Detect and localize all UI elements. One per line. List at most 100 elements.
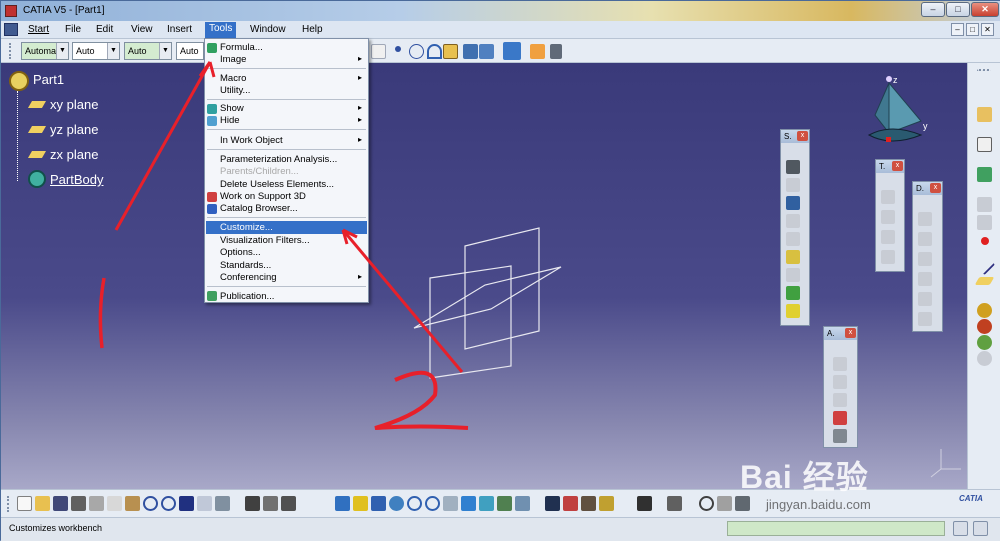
tool-icon[interactable]: [833, 393, 847, 407]
tool-icon[interactable]: [881, 190, 895, 204]
normal-view-icon[interactable]: [443, 496, 458, 511]
paste-icon[interactable]: [125, 496, 140, 511]
menu-tools[interactable]: Tools: [205, 22, 237, 38]
tool-icon[interactable]: [699, 496, 714, 511]
close-icon[interactable]: x: [797, 131, 808, 141]
plane-icon[interactable]: [974, 277, 995, 285]
fit-all-icon[interactable]: [353, 496, 368, 511]
combo-auto-1[interactable]: Auto ▼: [72, 42, 120, 60]
tree-node-yz-plane[interactable]: yz plane: [50, 122, 98, 137]
tool-icon[interactable]: [918, 292, 932, 306]
tool-icon[interactable]: [786, 232, 800, 246]
tool-icon[interactable]: [918, 232, 932, 246]
tool-icon[interactable]: [833, 357, 847, 371]
tool-icon[interactable]: [581, 496, 596, 511]
menu-file[interactable]: File: [65, 24, 81, 35]
tool-icon[interactable]: [515, 496, 530, 511]
tree-node-xy-plane[interactable]: xy plane: [50, 97, 98, 112]
menu-item-work-on-support-3d[interactable]: Work on Support 3D: [220, 191, 306, 202]
tool-icon[interactable]: [881, 230, 895, 244]
tool-icon[interactable]: [786, 286, 800, 300]
iso-view-icon[interactable]: [461, 496, 476, 511]
tool-icon[interactable]: [833, 429, 847, 443]
tool-icon[interactable]: [263, 496, 278, 511]
redo-icon[interactable]: [161, 496, 176, 511]
tool-icon[interactable]: [953, 521, 968, 536]
menu-item-hide[interactable]: Hide: [220, 115, 240, 126]
tool-icon[interactable]: [786, 214, 800, 228]
maximize-button[interactable]: □: [946, 2, 970, 17]
tool-icon[interactable]: [918, 212, 932, 226]
menu-item-catalog-browser[interactable]: Catalog Browser...: [220, 203, 298, 214]
body-icon[interactable]: [977, 167, 992, 182]
tool-icon[interactable]: [786, 268, 800, 282]
toolbar-grip[interactable]: [9, 43, 13, 59]
sketch-tool-icon[interactable]: [786, 160, 800, 174]
tool-icon[interactable]: [281, 496, 296, 511]
menu-insert[interactable]: Insert: [167, 24, 192, 35]
close-icon[interactable]: x: [845, 328, 856, 338]
menu-item-customize[interactable]: Customize...: [220, 222, 273, 233]
tool-icon[interactable]: [786, 250, 800, 264]
rotate-icon[interactable]: [389, 496, 404, 511]
menu-item-visualization-filters[interactable]: Visualization Filters...: [220, 235, 310, 246]
palette-a-header[interactable]: A. x: [824, 327, 857, 340]
menu-item-options[interactable]: Options...: [220, 247, 261, 258]
grid-icon[interactable]: [245, 496, 260, 511]
menu-view[interactable]: View: [131, 24, 153, 35]
new-icon[interactable]: [17, 496, 32, 511]
menu-item-image[interactable]: Image: [220, 54, 246, 65]
menu-item-show[interactable]: Show: [220, 103, 244, 114]
tree-node-partbody[interactable]: PartBody: [50, 172, 103, 187]
doc-minimize-button[interactable]: –: [951, 23, 964, 36]
tool-icon[interactable]: [977, 319, 992, 334]
tool-icon[interactable]: [973, 521, 988, 536]
tool-icon[interactable]: [918, 272, 932, 286]
menu-edit[interactable]: Edit: [96, 24, 113, 35]
boolean-icon[interactable]: [503, 42, 521, 60]
menu-window[interactable]: Window: [250, 24, 286, 35]
menu-help[interactable]: Help: [302, 24, 323, 35]
tool-icon[interactable]: [717, 496, 732, 511]
combo-automa[interactable]: Automa ▼: [21, 42, 69, 60]
menu-item-macro[interactable]: Macro: [220, 73, 246, 84]
line-icon[interactable]: [973, 253, 996, 276]
menu-item-delete-useless-elements[interactable]: Delete Useless Elements...: [220, 179, 334, 190]
shading-icon[interactable]: [497, 496, 512, 511]
curve-icon[interactable]: [427, 44, 442, 59]
tool-icon[interactable]: [918, 252, 932, 266]
tool-icon[interactable]: [977, 197, 992, 212]
combo-auto-3[interactable]: Auto: [176, 42, 204, 60]
doc-maximize-button[interactable]: □: [966, 23, 979, 36]
help-icon[interactable]: [179, 496, 194, 511]
menu-item-utility[interactable]: Utility...: [220, 85, 250, 96]
print-icon[interactable]: [71, 496, 86, 511]
close-icon[interactable]: x: [892, 161, 903, 171]
sketch-icon[interactable]: [371, 44, 386, 59]
combo-auto-2[interactable]: Auto ▼: [124, 42, 172, 60]
zoom-in-icon[interactable]: [407, 496, 422, 511]
tool-icon[interactable]: [563, 496, 578, 511]
tool-icon[interactable]: [667, 496, 682, 511]
point-icon[interactable]: [981, 237, 989, 245]
minimize-button[interactable]: –: [921, 2, 945, 17]
tool-icon[interactable]: [977, 215, 992, 230]
command-input[interactable]: [727, 521, 945, 536]
copy-icon[interactable]: [107, 496, 122, 511]
point-icon[interactable]: [395, 46, 401, 52]
pad-icon[interactable]: [463, 44, 478, 59]
menu-item-formula[interactable]: Formula...: [220, 42, 263, 53]
palette-t-header[interactable]: T. x: [876, 160, 904, 173]
cut-icon[interactable]: [89, 496, 104, 511]
tool-icon[interactable]: [881, 210, 895, 224]
tool-icon[interactable]: [735, 496, 750, 511]
tool-icon[interactable]: [977, 303, 992, 318]
select-icon[interactable]: [977, 107, 992, 122]
save-icon[interactable]: [53, 496, 68, 511]
tool-icon[interactable]: [786, 196, 800, 210]
toolbar-grip[interactable]: [7, 496, 11, 512]
menu-item-standards[interactable]: Standards...: [220, 260, 271, 271]
open-icon[interactable]: [35, 496, 50, 511]
tool-icon[interactable]: [833, 375, 847, 389]
fly-icon[interactable]: [335, 496, 350, 511]
